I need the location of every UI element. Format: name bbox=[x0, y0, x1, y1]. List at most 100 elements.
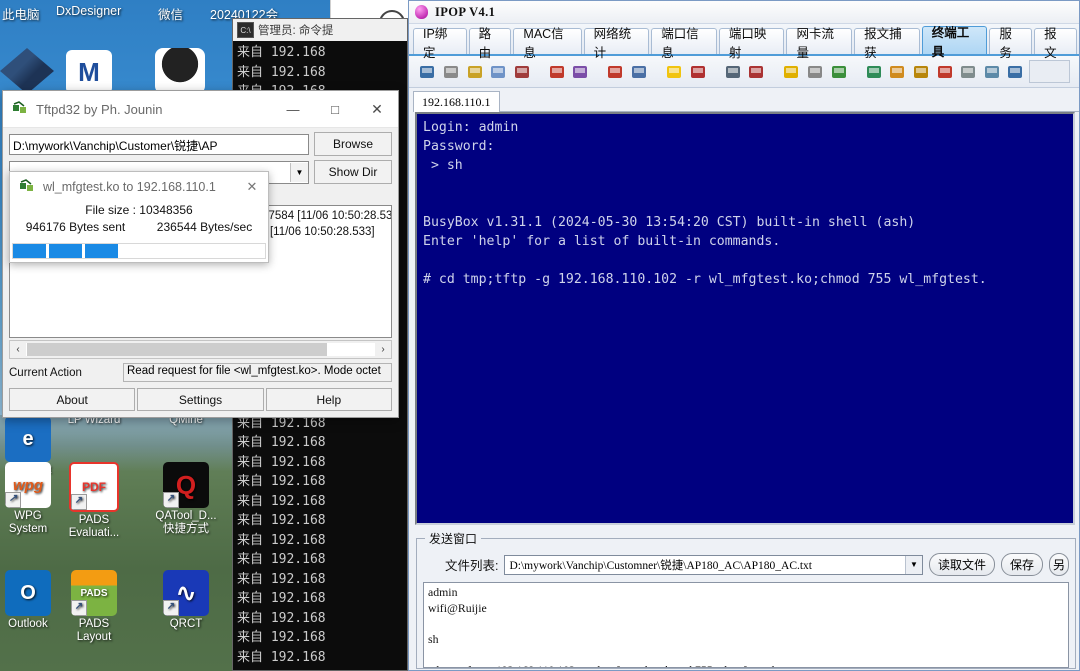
scrollbar-thumb[interactable] bbox=[27, 343, 328, 356]
ipop-tab-报文捕获[interactable]: 报文捕获 bbox=[854, 27, 920, 60]
command-output-line: 来自 192.168 bbox=[237, 552, 326, 567]
progress-block bbox=[49, 244, 82, 258]
chevron-down-icon[interactable]: ▼ bbox=[904, 555, 922, 574]
file-list-value: D:\mywork\Vanchip\Customner\锐捷\AP180_AC\… bbox=[509, 559, 813, 572]
copy-icon[interactable] bbox=[488, 61, 509, 83]
settings-button[interactable]: Settings bbox=[137, 388, 264, 411]
progress-block bbox=[85, 244, 118, 258]
bytes-sent-label: 946176 Bytes sent bbox=[25, 220, 126, 234]
ipop-tab-IP绑定[interactable]: IP绑定 bbox=[413, 27, 467, 60]
zoom-in-icon[interactable] bbox=[781, 61, 802, 83]
edge-icon: e bbox=[5, 416, 51, 462]
read-file-button[interactable]: 读取文件 bbox=[928, 553, 995, 576]
wave-icon[interactable] bbox=[887, 61, 908, 83]
ipop-tab-路由[interactable]: 路由 bbox=[468, 27, 512, 60]
ipop-tab-服务[interactable]: 服务 bbox=[989, 27, 1033, 60]
desktop-item-qrct[interactable]: ∿ ↗ QRCT bbox=[140, 570, 232, 631]
save-icon[interactable] bbox=[605, 61, 626, 83]
transfer-progress-titlebar: wl_mfgtest.ko to 192.168.110.1 ✕ bbox=[10, 172, 268, 202]
desktop-item-pads-eval[interactable]: PDF ↗ PADS Evaluati... bbox=[48, 462, 140, 540]
session-tabs-filler bbox=[499, 91, 1079, 112]
search-icon[interactable] bbox=[958, 61, 979, 83]
command-output-line: 来自 192.168 bbox=[237, 474, 326, 489]
transfer-stats: 946176 Bytes sent 236544 Bytes/sec bbox=[10, 220, 268, 234]
print-icon[interactable] bbox=[629, 61, 650, 83]
qrct-icon: ∿ ↗ bbox=[163, 570, 209, 616]
globe-icon[interactable] bbox=[1005, 61, 1026, 83]
desktop-label-1[interactable]: DxDesigner bbox=[56, 4, 121, 18]
tftpd32-window[interactable]: Tftpd32 by Ph. Jounin — □ ✕ D:\mywork\Va… bbox=[2, 90, 399, 418]
ipop-tab-网卡流量[interactable]: 网卡流量 bbox=[786, 27, 853, 60]
command-output-line: 来自 192.168 bbox=[237, 64, 326, 80]
tftpd-icon bbox=[19, 179, 35, 195]
current-directory-input[interactable]: D:\mywork\Vanchip\Customer\锐捷\AP bbox=[9, 133, 309, 155]
cut-icon[interactable] bbox=[464, 61, 485, 83]
current-action-row: Current Action Read request for file <wl… bbox=[3, 359, 398, 382]
tftpd32-footer: About Settings Help bbox=[3, 382, 398, 411]
refresh-icon[interactable] bbox=[981, 61, 1002, 83]
scroll-right-icon[interactable]: › bbox=[375, 344, 391, 355]
command-output-line: 来自 192.168 bbox=[237, 571, 326, 587]
ipop-tab-端口映射[interactable]: 端口映射 bbox=[718, 27, 785, 60]
book-icon[interactable] bbox=[570, 61, 591, 83]
close-icon[interactable]: ✕ bbox=[236, 179, 268, 195]
ipop-tab-终端工具[interactable]: 终端工具 bbox=[921, 26, 988, 59]
browse-button[interactable]: Browse bbox=[314, 132, 392, 156]
wpg-icon: wpg ↗ bbox=[5, 462, 51, 508]
command-output-line: 来自 192.168 bbox=[237, 591, 326, 606]
command-output-line: 来自 192.168 bbox=[237, 513, 326, 528]
log-horizontal-scrollbar[interactable]: ‹ › bbox=[9, 340, 392, 359]
paste-icon[interactable] bbox=[511, 61, 532, 83]
tools-icon[interactable] bbox=[746, 61, 767, 83]
desktop-item-qatool[interactable]: Q ↗ QATool_D... 快捷方式 bbox=[140, 462, 232, 536]
session-tab-192-168-110-1[interactable]: 192.168.110.1 bbox=[413, 91, 500, 112]
delete-icon[interactable] bbox=[441, 61, 462, 83]
desktop-item-qatool-label2: 快捷方式 bbox=[163, 523, 209, 535]
file-list-select[interactable]: D:\mywork\Vanchip\Customner\锐捷\AP180_AC\… bbox=[504, 554, 923, 575]
about-button[interactable]: About bbox=[9, 388, 136, 411]
current-directory-row: D:\mywork\Vanchip\Customer\锐捷\AP Browse bbox=[3, 128, 398, 156]
key-icon[interactable] bbox=[934, 61, 955, 83]
text-icon[interactable] bbox=[863, 61, 884, 83]
user-icon[interactable] bbox=[546, 61, 567, 83]
star-icon[interactable] bbox=[664, 61, 685, 83]
desktop-icon-wechat-qq-glyph[interactable] bbox=[155, 48, 205, 94]
connect-icon[interactable] bbox=[417, 61, 438, 83]
file-list-label: 文件列表: bbox=[445, 559, 499, 573]
ipop-tab-网络统计[interactable]: 网络统计 bbox=[583, 27, 650, 60]
ipop-tab-端口信息[interactable]: 端口信息 bbox=[651, 27, 717, 60]
terminal-output-area[interactable]: Login: admin Password: > sh BusyBox v1.3… bbox=[415, 112, 1075, 525]
save-button[interactable]: 保存 bbox=[1000, 553, 1043, 576]
command-output-line: 来自 192.168 bbox=[237, 630, 326, 645]
command-output-line: 来自 192.168 bbox=[237, 454, 326, 470]
scrollbar-track[interactable] bbox=[26, 343, 375, 356]
help-button[interactable]: Help bbox=[265, 388, 392, 411]
close-button[interactable]: ✕ bbox=[356, 92, 398, 127]
ipop-tab-MAC信息[interactable]: MAC信息 bbox=[513, 27, 582, 60]
outlook-icon: O bbox=[5, 570, 51, 616]
desktop-label-0[interactable]: 此电脑 bbox=[2, 4, 40, 23]
progress-block bbox=[13, 244, 46, 258]
window-icon[interactable] bbox=[722, 61, 743, 83]
send-window-group: 发送窗口 文件列表: D:\mywork\Vanchip\Customner\锐… bbox=[416, 530, 1076, 669]
terminal-text: Login: admin Password: > sh BusyBox v1.3… bbox=[423, 120, 987, 287]
ipop-tab-报文[interactable]: 报文 bbox=[1034, 27, 1077, 60]
move-icon[interactable] bbox=[805, 61, 826, 83]
desktop-item-pads-eval-label1: PADS bbox=[78, 514, 110, 526]
grid-icon[interactable] bbox=[828, 61, 849, 83]
record-icon[interactable] bbox=[687, 61, 708, 83]
desktop-item-pads-eval-label2: Evaluati... bbox=[68, 527, 120, 539]
bulb-icon[interactable] bbox=[911, 61, 932, 83]
ipop-session-tabs: 192.168.110.1 bbox=[409, 88, 1079, 112]
ipop-titlebar: IPOP V4.1 bbox=[409, 1, 1079, 24]
minimize-button[interactable]: — bbox=[272, 92, 314, 127]
show-dir-button[interactable]: Show Dir bbox=[314, 160, 392, 184]
save-as-button[interactable]: 另 bbox=[1048, 553, 1069, 576]
transfer-progress-dialog[interactable]: wl_mfgtest.ko to 192.168.110.1 ✕ File si… bbox=[9, 171, 269, 263]
send-window-textarea[interactable]: admin wifi@Ruijie sh cd tmp;tftp -g 192.… bbox=[423, 582, 1069, 668]
desktop-item-pads-layout[interactable]: PADS ↗ PADS Layout bbox=[48, 570, 140, 644]
scroll-left-icon[interactable]: ‹ bbox=[10, 344, 26, 355]
maximize-button[interactable]: □ bbox=[314, 92, 356, 127]
desktop-icon-dxdesigner-glyph[interactable]: M bbox=[66, 50, 112, 94]
desktop-label-2[interactable]: 微信 bbox=[158, 4, 183, 23]
